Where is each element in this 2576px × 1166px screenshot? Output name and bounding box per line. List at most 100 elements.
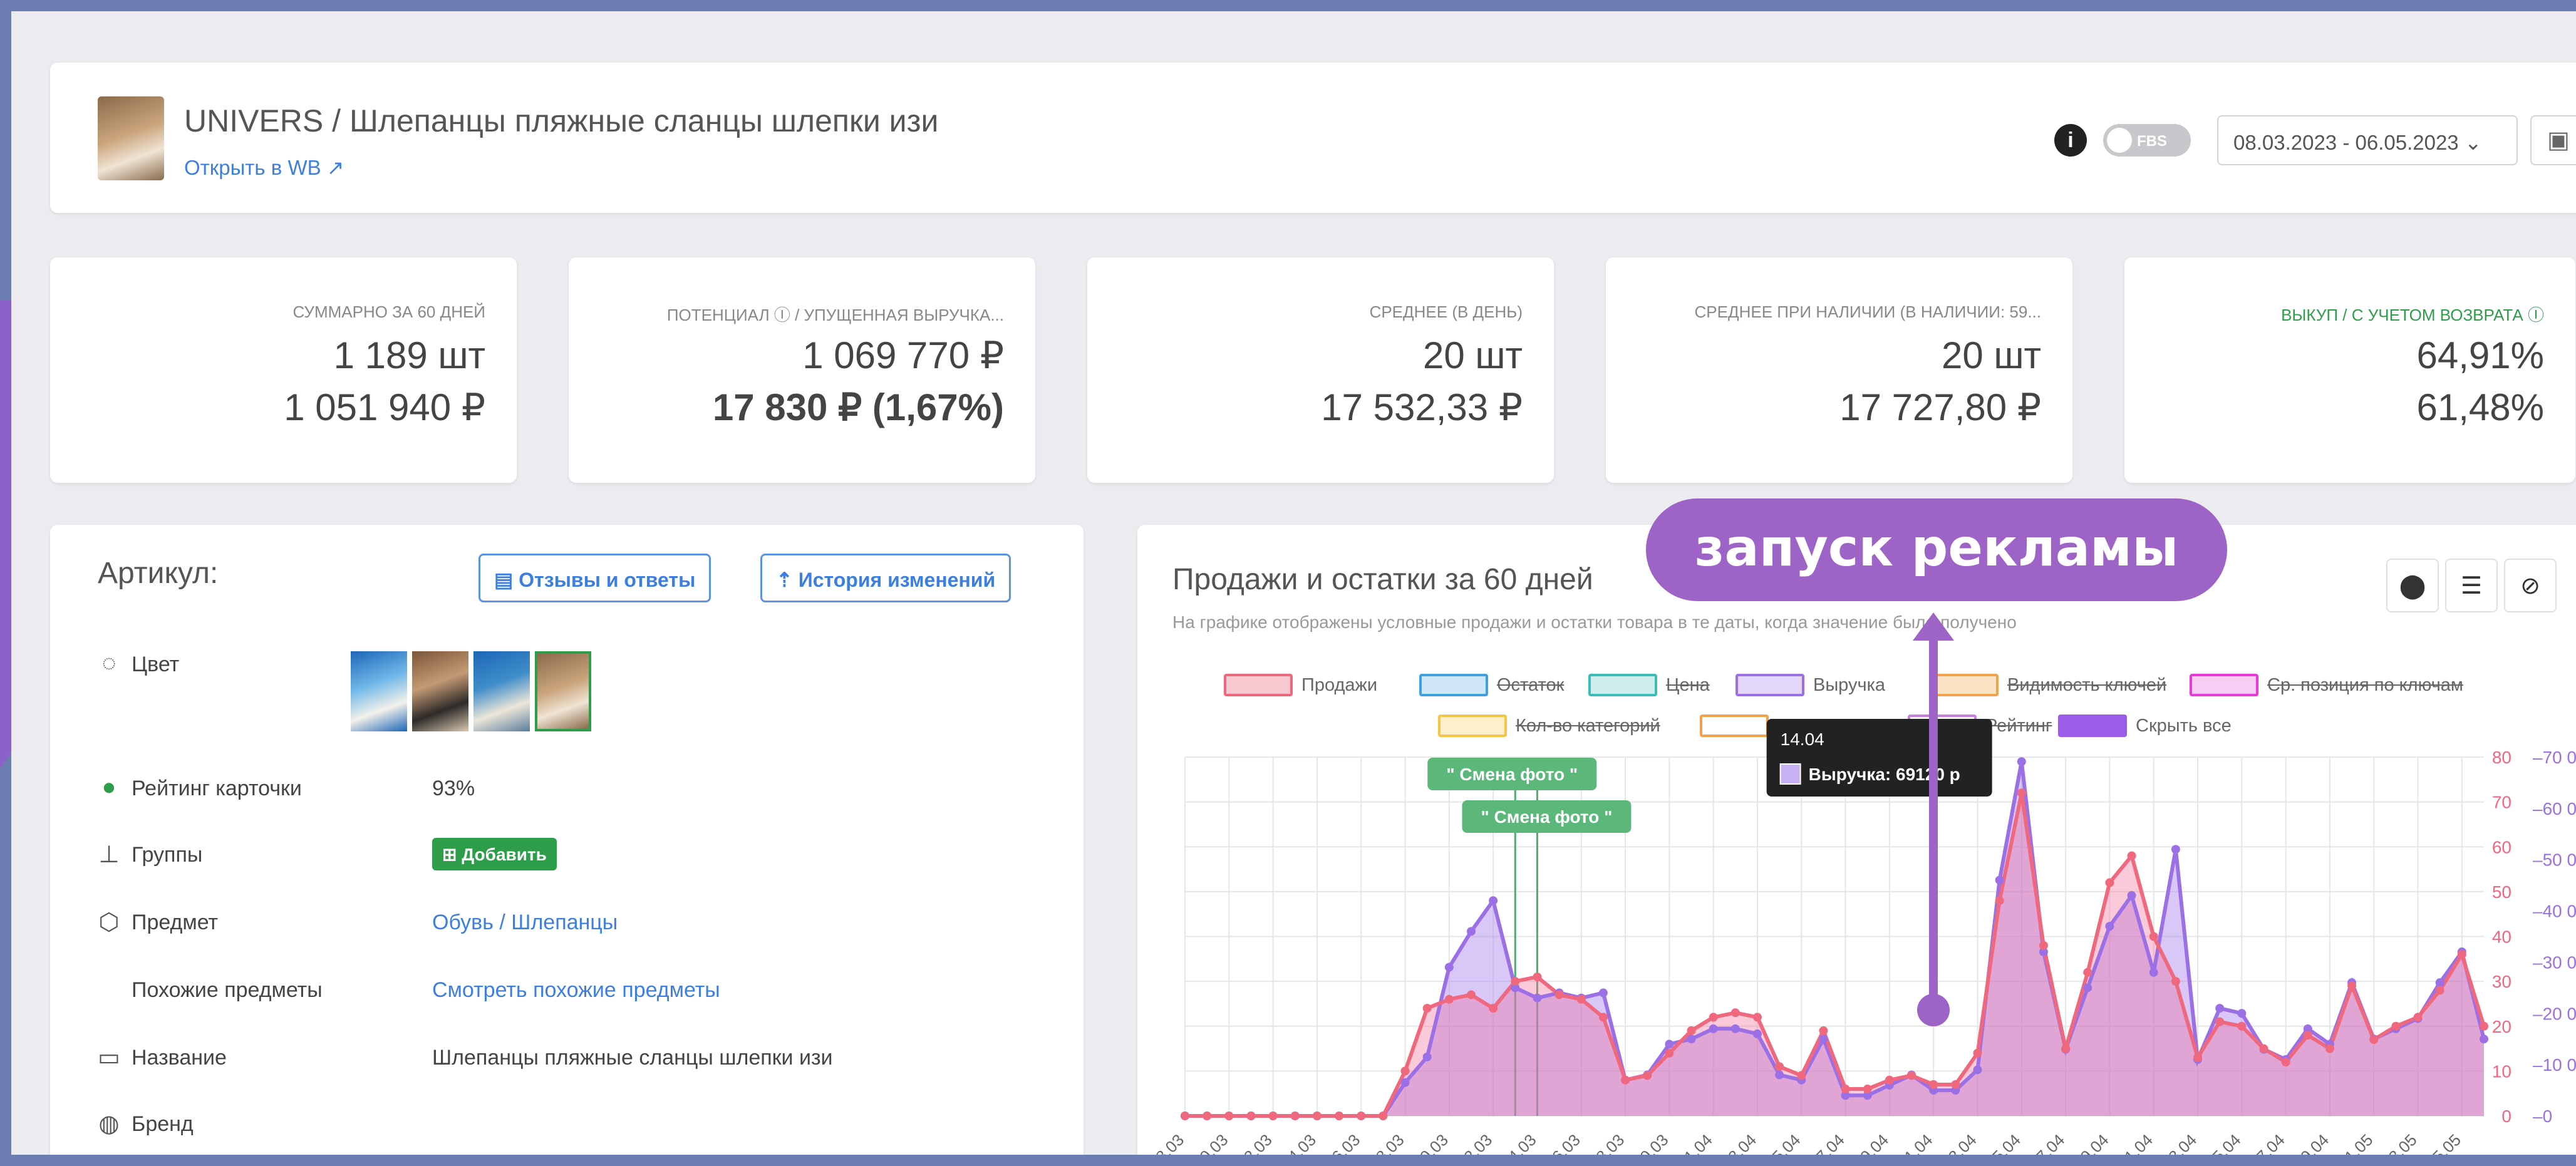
x-tick-label: 05.04 <box>1762 1130 1804 1155</box>
brand-label: Бренд <box>132 1112 194 1136</box>
sales-point <box>2259 1044 2268 1053</box>
card-icon: ▭ <box>98 1045 120 1071</box>
sales-point <box>2281 1058 2290 1067</box>
sales-point <box>1775 1062 1784 1071</box>
reviews-button[interactable]: ▤ Отзывы и ответы <box>478 554 711 602</box>
revenue-point <box>1466 927 1476 936</box>
external-link-icon: ↗ <box>326 156 344 179</box>
stat-card-total: СУММАРНО ЗА 60 ДНЕЙ 1 189 шт 1 051 940 ₽ <box>50 257 517 483</box>
x-tick-label: 12.03 <box>1234 1130 1276 1155</box>
stat-value-primary: 64,91% <box>2416 334 2545 376</box>
info-icon[interactable]: i <box>2054 124 2087 157</box>
stat-card-average: СРЕДНЕЕ (В ДЕНЬ) 20 шт 17 532,33 ₽ <box>1087 257 1554 483</box>
y-right-tick-label: –60 0 <box>2533 799 2576 818</box>
sales-point <box>1709 1013 1718 1022</box>
y-left-tick-label: 0 <box>2501 1107 2511 1126</box>
sales-point <box>1621 1075 1630 1085</box>
x-tick-label: 21.04 <box>2114 1130 2156 1155</box>
similar-link[interactable]: Смотреть похожие предметы <box>432 978 720 1003</box>
color-swatch-selected[interactable] <box>535 651 591 731</box>
x-tick-label: 16.03 <box>1322 1130 1363 1155</box>
y-right-tick-label: –0 <box>2533 1107 2552 1126</box>
y-left-tick-label: 80 <box>2492 748 2511 767</box>
x-tick-label: 07.04 <box>1806 1130 1848 1155</box>
sales-point <box>2347 981 2357 991</box>
groups-label: Группы <box>132 843 203 867</box>
x-tick-label: 10.03 <box>1189 1130 1231 1155</box>
sales-point <box>1730 1008 1740 1018</box>
x-tick-label: 11.04 <box>1895 1130 1937 1155</box>
sales-point <box>1752 1013 1762 1022</box>
y-left-tick-label: 10 <box>2492 1061 2511 1081</box>
color-swatch[interactable] <box>351 651 407 731</box>
stat-caption: СУММАРНО ЗА 60 ДНЕЙ <box>292 302 485 321</box>
calendar-icon: ▣ <box>2547 127 2570 153</box>
date-range-select[interactable]: 08.03.2023 - 06.05.2023 ⌄ <box>2217 115 2518 165</box>
sales-point <box>1863 1085 1872 1094</box>
add-group-button[interactable]: ⊞ Добавить <box>432 838 557 870</box>
sales-point <box>1929 1080 1938 1089</box>
revenue-point <box>1665 1040 1674 1049</box>
chevron-down-icon: ⌄ <box>2464 131 2482 154</box>
trophy-icon: ● <box>101 774 116 800</box>
open-in-wb-link[interactable]: Открыть в WB ↗ <box>184 155 344 180</box>
stat-caption: ВЫКУП / С УЧЕТОМ ВОЗВРАТА ⓘ <box>2281 306 2544 324</box>
color-label: Цвет <box>132 653 180 676</box>
revenue-point <box>2480 1034 2488 1044</box>
article-panel: Артикул: ▤ Отзывы и ответы ⇡ История изм… <box>50 525 1084 1155</box>
sales-point <box>1312 1112 1322 1120</box>
revenue-point <box>2171 845 2180 854</box>
x-tick-label: 09.04 <box>1850 1130 1892 1155</box>
y-left-tick-label: 30 <box>2492 972 2511 991</box>
fbs-toggle[interactable]: FBS <box>2103 124 2191 157</box>
stat-value-secondary: 17 830 ₽ (1,67%) <box>712 386 1004 428</box>
revenue-point <box>1422 1052 1432 1061</box>
revenue-point <box>2149 967 2158 977</box>
app-frame: UNIVERS / Шлепанцы пляжные сланцы шлепки… <box>11 11 2576 1155</box>
x-tick-label: 29.04 <box>2290 1130 2332 1155</box>
sales-point <box>2017 788 2026 798</box>
sales-point <box>1444 994 1454 1004</box>
stat-caption: СРЕДНЕЕ ПРИ НАЛИЧИИ (В НАЛИЧИИ: 59... <box>1694 302 2041 321</box>
sales-point <box>2083 967 2092 977</box>
subject-link[interactable]: Обувь / Шлепанцы <box>432 911 618 935</box>
revenue-point <box>2105 922 2114 931</box>
calendar-button[interactable]: ▣ <box>2530 115 2576 165</box>
stat-value-secondary: 1 051 940 ₽ <box>284 386 485 428</box>
x-tick-label: 01.05 <box>2334 1130 2376 1155</box>
stat-caption: СРЕДНЕЕ (В ДЕНЬ) <box>1369 302 1523 321</box>
sales-chart[interactable]: 0 10 20 30 40 50 60 70 80 –0 –10 0 –20 0 –30 0 –40 0 –… <box>1137 525 2576 1155</box>
y-left-tick-label: 50 <box>2492 882 2511 902</box>
y-right-tick-label: –70 0 <box>2533 748 2576 767</box>
color-swatch[interactable] <box>473 651 530 731</box>
sales-point <box>1643 1071 1652 1080</box>
revenue-point <box>2435 978 2444 988</box>
sales-point <box>1598 1013 1608 1022</box>
stat-value-primary: 1 189 шт <box>333 334 485 376</box>
x-tick-label: 03.04 <box>1718 1130 1760 1155</box>
comment-icon: ▤ <box>494 569 514 591</box>
x-tick-label: 13.04 <box>1938 1130 1980 1155</box>
sales-point <box>2303 1031 2312 1040</box>
stat-card-average-in-stock: СРЕДНЕЕ ПРИ НАЛИЧИИ (В НАЛИЧИИ: 59... 20… <box>1606 257 2072 483</box>
sales-point <box>2127 851 2136 860</box>
sales-point <box>1224 1112 1234 1120</box>
product-thumbnail[interactable] <box>98 96 164 180</box>
stat-value-primary: 1 069 770 ₽ <box>802 334 1004 376</box>
history-button[interactable]: ⇡ История изменений <box>760 554 1011 602</box>
sales-point <box>1533 972 1542 981</box>
stat-card-potential: ПОТЕНЦИАЛ ⓘ / УПУЩЕННАЯ ВЫРУЧКА... 1 069… <box>569 257 1035 483</box>
revenue-point <box>1687 1034 1696 1044</box>
color-swatch[interactable] <box>412 651 468 731</box>
sales-point <box>1422 1004 1432 1013</box>
revenue-point <box>1775 1070 1784 1080</box>
x-tick-label: 23.04 <box>2158 1130 2200 1155</box>
sales-point <box>2061 1044 2071 1053</box>
revenue-point <box>1819 1034 1828 1044</box>
sales-point <box>2369 1035 2379 1045</box>
sales-point <box>1511 977 1520 986</box>
globe-icon: ◍ <box>98 1111 120 1137</box>
chart-panel: Продажи и остатки за 60 дней На графике … <box>1137 525 2576 1155</box>
cube-icon: ⬡ <box>98 909 120 936</box>
sales-point <box>1797 1071 1806 1080</box>
